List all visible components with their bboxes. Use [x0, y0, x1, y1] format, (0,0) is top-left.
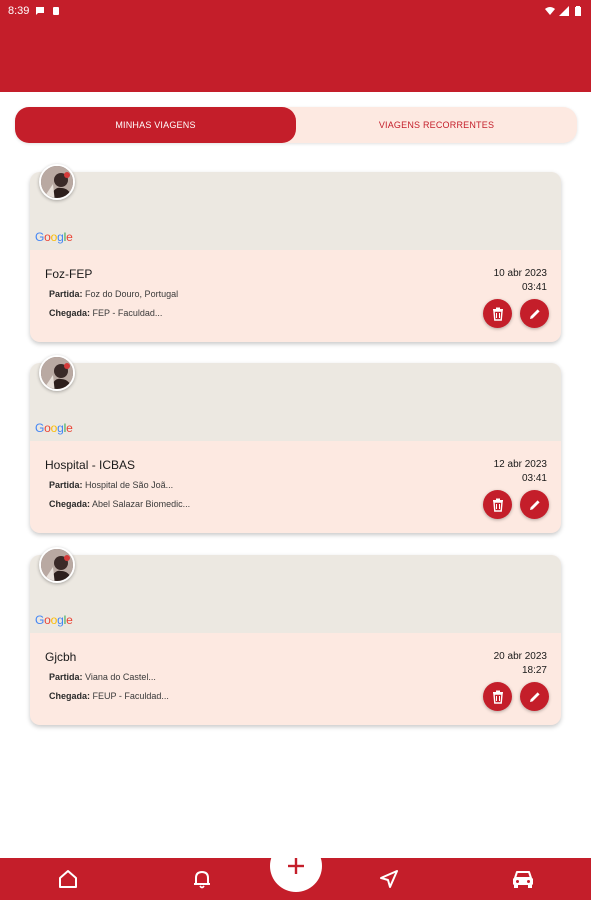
- edit-button[interactable]: [520, 490, 549, 519]
- wifi-icon: [545, 7, 555, 15]
- departure-label: Partida:: [49, 289, 83, 299]
- google-logo: Google: [35, 230, 73, 244]
- trip-departure: Partida: Viana do Castel...: [49, 672, 156, 682]
- departure-value: Viana do Castel...: [85, 672, 156, 682]
- trip-date: 20 abr 2023: [493, 651, 547, 662]
- trip-arrival: Chegada: FEP - Faculdad...: [49, 308, 162, 318]
- edit-button[interactable]: [520, 299, 549, 328]
- trip-arrival: Chegada: FEUP - Faculdad...: [49, 691, 169, 701]
- pencil-icon: [529, 499, 540, 510]
- trip-details: Gjcbh Partida: Viana do Castel... Chegad…: [30, 633, 561, 725]
- trip-date: 10 abr 2023: [493, 268, 547, 279]
- departure-label: Partida:: [49, 480, 83, 490]
- pencil-icon: [529, 308, 540, 319]
- trip-date: 12 abr 2023: [493, 459, 547, 470]
- google-logo: Google: [35, 421, 73, 435]
- delete-button[interactable]: [483, 682, 512, 711]
- departure-value: Hospital de São Joã...: [85, 480, 174, 490]
- trip-details: Foz-FEP Partida: Foz do Douro, Portugal …: [30, 250, 561, 342]
- trip-time: 18:27: [521, 665, 547, 676]
- status-time: 8:39: [8, 5, 30, 17]
- trip-datetime: 10 abr 2023 03:41: [494, 267, 547, 295]
- map-preview: [30, 363, 561, 441]
- tab-minhas-viagens[interactable]: MINHAS VIAGENS: [15, 107, 296, 143]
- add-trip-button[interactable]: [270, 840, 322, 892]
- trash-icon: [492, 307, 503, 321]
- home-icon: [59, 870, 77, 888]
- trash-icon: [492, 498, 503, 512]
- trip-details: Hospital - ICBAS Partida: Hospital de Sã…: [30, 441, 561, 533]
- nav-trips[interactable]: [503, 858, 543, 900]
- trip-departure: Partida: Foz do Douro, Portugal: [49, 289, 178, 299]
- arrival-value: FEUP - Faculdad...: [92, 691, 169, 701]
- departure-value: Foz do Douro, Portugal: [85, 289, 179, 299]
- avatar: [39, 355, 75, 391]
- status-bar: 8:39: [0, 0, 591, 22]
- pencil-icon: [529, 691, 540, 702]
- map-preview: [30, 555, 561, 633]
- trip-datetime: 20 abr 2023 18:27: [494, 650, 547, 678]
- trip-departure: Partida: Hospital de São Joã...: [49, 480, 173, 490]
- arrival-label: Chegada:: [49, 308, 91, 318]
- trip-title: Foz-FEP: [45, 267, 93, 281]
- departure-label: Partida:: [49, 672, 83, 682]
- tab-viagens-recorrentes[interactable]: VIAGENS RECORRENTES: [296, 107, 577, 143]
- car-icon: [513, 871, 533, 888]
- trip-card[interactable]: Google Hospital - ICBAS Partida: Hospita…: [30, 355, 561, 533]
- arrival-value: FEP - Faculdad...: [92, 308, 163, 318]
- nav-home[interactable]: [48, 858, 88, 900]
- app-bar: 8:39: [0, 0, 591, 92]
- battery-icon: [575, 6, 581, 16]
- trip-card[interactable]: Google Foz-FEP Partida: Foz do Douro, Po…: [30, 164, 561, 342]
- bell-icon: [194, 871, 210, 889]
- trip-time: 03:41: [521, 282, 547, 293]
- signal-icon: [559, 6, 569, 16]
- message-icon: [36, 7, 45, 15]
- delete-button[interactable]: [483, 490, 512, 519]
- clipboard-icon: [53, 7, 60, 15]
- avatar: [39, 547, 75, 583]
- edit-button[interactable]: [520, 682, 549, 711]
- map-preview: [30, 172, 561, 250]
- trash-icon: [492, 690, 503, 704]
- avatar: [39, 164, 75, 200]
- trip-title: Gjcbh: [45, 650, 77, 664]
- plus-icon: [288, 858, 304, 874]
- trip-card[interactable]: Google Gjcbh Partida: Viana do Castel...…: [30, 547, 561, 725]
- trip-arrival: Chegada: Abel Salazar Biomedic...: [49, 499, 190, 509]
- arrival-value: Abel Salazar Biomedic...: [92, 499, 191, 509]
- nav-send[interactable]: [369, 858, 409, 900]
- trip-time: 03:41: [521, 473, 547, 484]
- google-logo: Google: [35, 613, 73, 627]
- trip-tabs: MINHAS VIAGENS VIAGENS RECORRENTES: [15, 107, 577, 143]
- nav-notifications[interactable]: [182, 858, 222, 900]
- trip-title: Hospital - ICBAS: [45, 458, 136, 472]
- trip-datetime: 12 abr 2023 03:41: [494, 458, 547, 486]
- arrival-label: Chegada:: [49, 691, 91, 701]
- delete-button[interactable]: [483, 299, 512, 328]
- arrival-label: Chegada:: [49, 499, 91, 509]
- send-icon: [380, 870, 398, 888]
